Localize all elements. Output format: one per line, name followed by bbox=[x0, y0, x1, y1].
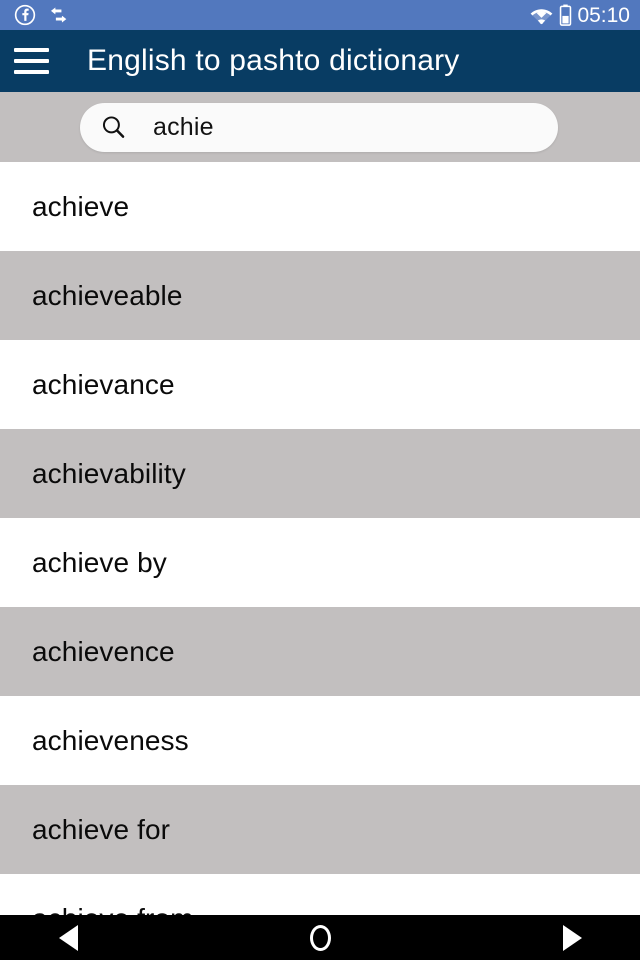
triangle-right-icon bbox=[562, 924, 582, 951]
status-bar: 05:10 bbox=[0, 0, 640, 30]
list-item[interactable]: achievability bbox=[0, 429, 640, 518]
list-item-label: achievability bbox=[32, 457, 186, 489]
list-item-label: achieve from bbox=[32, 904, 194, 915]
list-item[interactable]: achieve bbox=[0, 162, 640, 251]
list-item-label: achieve bbox=[32, 190, 130, 222]
list-item[interactable]: achieve by bbox=[0, 518, 640, 607]
list-item-label: achievence bbox=[32, 635, 175, 667]
data-sync-icon bbox=[45, 5, 71, 25]
hamburger-bar-3 bbox=[13, 70, 49, 74]
circle-icon bbox=[309, 924, 331, 951]
search-input[interactable]: achie bbox=[80, 103, 558, 152]
search-input-value: achie bbox=[153, 113, 214, 141]
list-item-label: achieve for bbox=[32, 813, 171, 845]
list-item[interactable]: achieveable bbox=[0, 251, 640, 340]
hamburger-menu-icon[interactable] bbox=[0, 30, 62, 92]
list-item-label: achieveness bbox=[32, 724, 189, 756]
hamburger-bar-1 bbox=[13, 48, 49, 52]
recents-button[interactable] bbox=[542, 915, 602, 960]
wifi-icon bbox=[529, 5, 554, 25]
list-item[interactable]: achieveness bbox=[0, 696, 640, 785]
search-results-list[interactable]: achieve achieveable achievance achievabi… bbox=[0, 162, 640, 915]
search-icon bbox=[88, 114, 138, 141]
search-bar-container: achie bbox=[0, 92, 640, 162]
hamburger-bar-2 bbox=[13, 59, 49, 63]
app-bar: English to pashto dictionary bbox=[0, 30, 640, 92]
list-item-label: achieve by bbox=[32, 546, 167, 578]
status-bar-system: 05:10 bbox=[529, 4, 630, 26]
list-item[interactable]: achieve for bbox=[0, 785, 640, 874]
list-item[interactable]: achievence bbox=[0, 607, 640, 696]
back-button[interactable] bbox=[38, 915, 98, 960]
facebook-icon bbox=[14, 4, 36, 26]
list-item-label: achieveable bbox=[32, 279, 183, 311]
triangle-left-icon bbox=[58, 924, 78, 951]
list-item[interactable]: achieve from bbox=[0, 874, 640, 915]
android-navigation-bar bbox=[0, 915, 640, 960]
status-bar-clock: 05:10 bbox=[577, 3, 630, 27]
home-button[interactable] bbox=[290, 915, 350, 960]
list-item[interactable]: achievance bbox=[0, 340, 640, 429]
status-bar-notifications bbox=[14, 4, 71, 26]
page-title: English to pashto dictionary bbox=[87, 44, 460, 77]
list-item-label: achievance bbox=[32, 368, 175, 400]
battery-icon bbox=[559, 4, 572, 26]
app-screen: 05:10 English to pashto dictionary achie… bbox=[0, 0, 640, 960]
